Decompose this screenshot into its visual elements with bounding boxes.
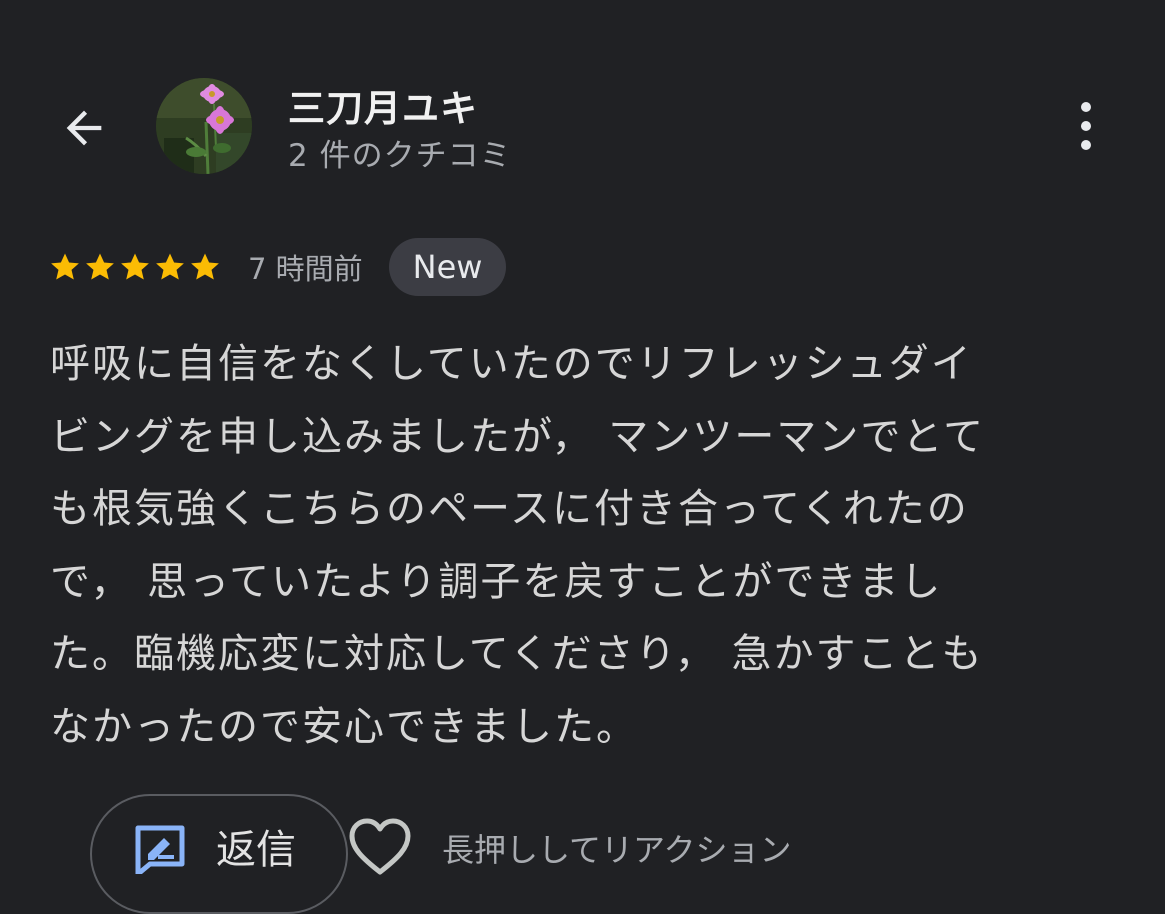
star-icon: [51, 253, 79, 280]
review-time: 7 時間前: [248, 252, 363, 286]
reaction-label: 長押ししてリアクション: [442, 831, 792, 869]
reaction-button[interactable]: 長押ししてリアクション: [348, 818, 791, 878]
review-text-line: ビングを申し込みましたが， マンツーマンでとて: [50, 413, 986, 460]
review-text: 呼吸に自信をなくしていたのでリフレッシュダイ ビングを申し込みましたが， マンツ…: [50, 328, 1122, 763]
review-text-line: た。臨機応変に対応してくださり， 急かすことも: [50, 631, 984, 677]
reply-button[interactable]: 返信: [90, 794, 348, 914]
review-meta: 7 時間前 New: [48, 236, 507, 298]
new-badge: New: [388, 238, 507, 296]
heart-outline-icon: [349, 818, 411, 875]
review-text-line: で， 思っていたより調子を戻すことができまし: [50, 558, 943, 605]
star-icon: [156, 253, 184, 280]
star-icon: [121, 253, 149, 280]
review-text-line: なかったので安心できました。: [50, 703, 638, 750]
star-icon: [86, 253, 114, 280]
review-header: 三刀月ユキ 2 件のクチコミ: [0, 0, 1165, 200]
review-count: 2 件のクチコミ: [288, 138, 512, 174]
reply-label: 返信: [216, 827, 296, 873]
back-button[interactable]: [52, 96, 116, 160]
more-options-button[interactable]: [1060, 96, 1112, 156]
flower-avatar-image: [156, 78, 252, 174]
avatar[interactable]: [156, 78, 252, 174]
reply-icon: [135, 825, 185, 874]
review-text-line: 呼吸に自信をなくしていたのでリフレッシュダイ: [50, 341, 973, 387]
more-vert-icon: [1081, 102, 1091, 150]
star-rating: [48, 250, 222, 284]
review-text-line: も根気強くこちらのペースに付き合ってくれたの: [50, 486, 969, 532]
arrow-left-icon: [66, 110, 102, 146]
star-icon: [191, 253, 219, 280]
reviewer-name[interactable]: 三刀月ユキ: [288, 78, 478, 132]
